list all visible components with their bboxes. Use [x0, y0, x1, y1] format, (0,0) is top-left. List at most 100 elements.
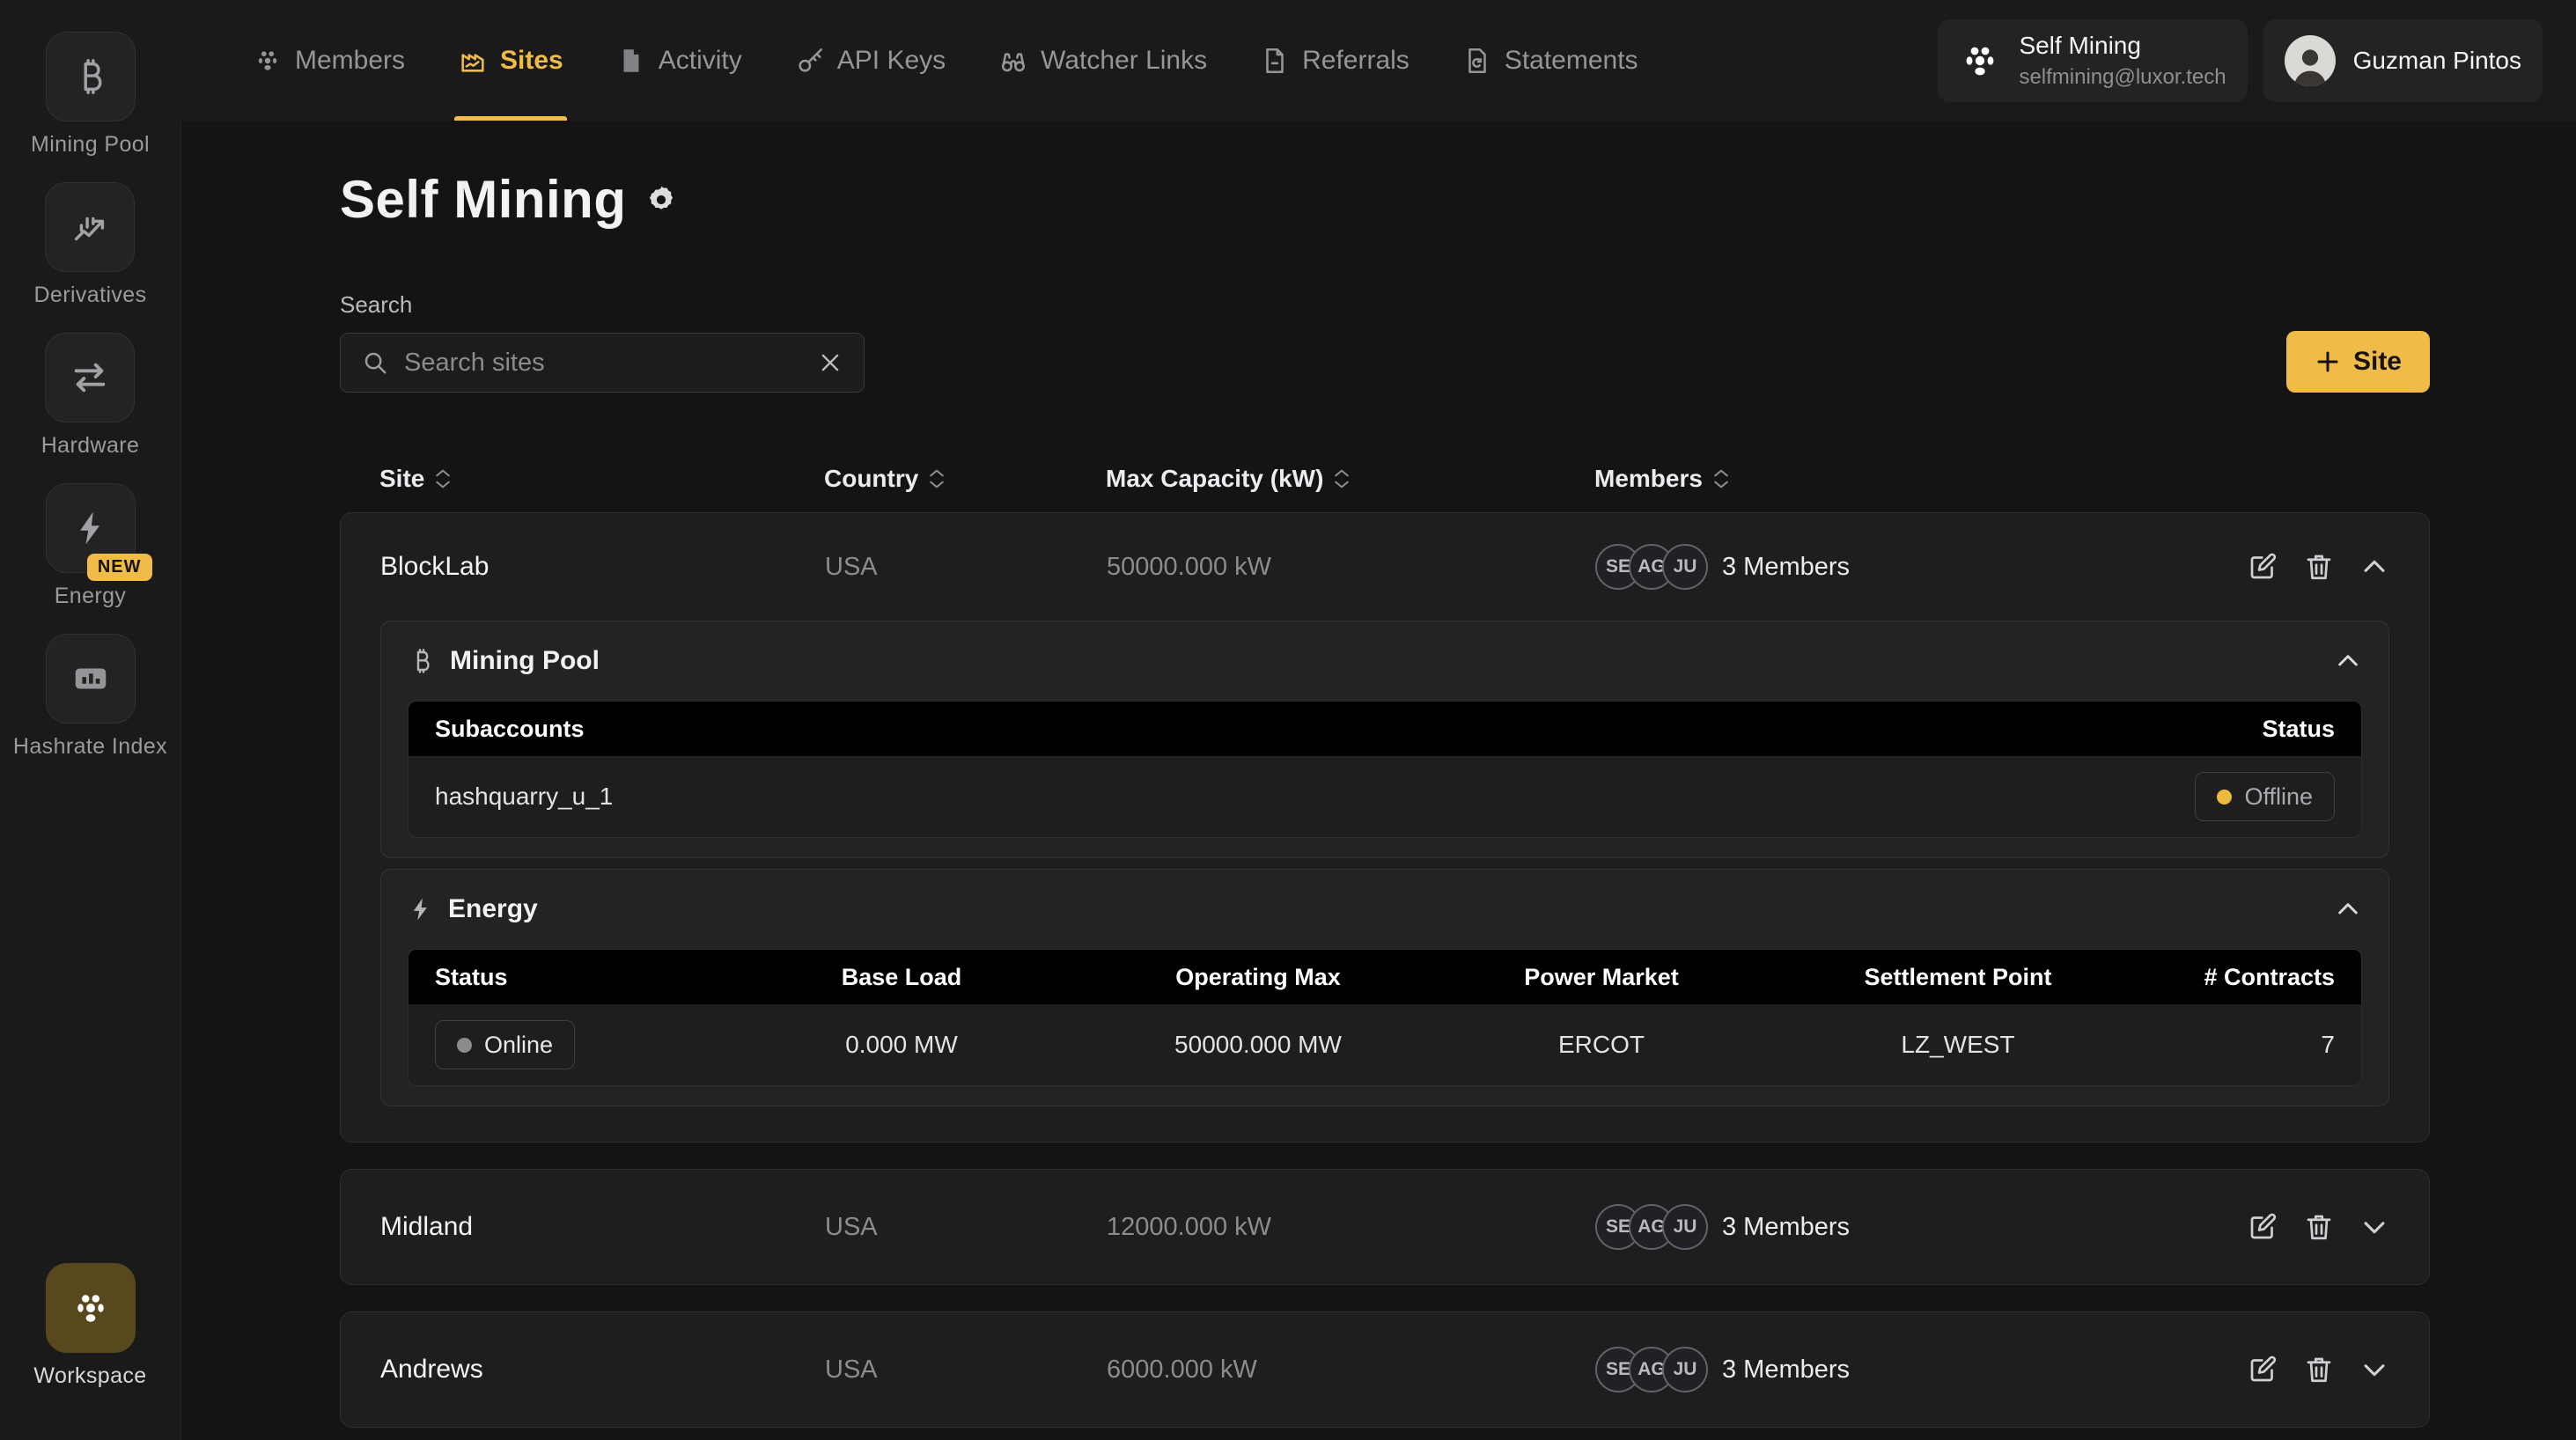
- tab-sites[interactable]: Sites: [431, 0, 590, 121]
- collapse-icon[interactable]: [2359, 551, 2389, 583]
- site-card-andrews: Andrews USA 6000.000 kW SE AG JU 3 Membe…: [340, 1311, 2430, 1428]
- search-input[interactable]: [404, 349, 802, 378]
- sites-icon: [458, 46, 488, 76]
- site-card-blocklab: BlockLab USA 50000.000 kW SE AG JU 3 Mem…: [340, 512, 2430, 1142]
- sidebar-item-hashrate-index[interactable]: Hashrate Index: [13, 634, 167, 760]
- collapse-icon[interactable]: [2334, 895, 2362, 923]
- sidebar-item-label: Workspace: [33, 1363, 146, 1389]
- plus-icon: [2315, 349, 2341, 375]
- edit-icon[interactable]: [2247, 551, 2278, 583]
- sort-icon: [435, 468, 451, 489]
- edit-icon[interactable]: [2247, 1354, 2278, 1385]
- gear-icon[interactable]: [645, 184, 677, 216]
- members-count: 3 Members: [1722, 553, 1850, 582]
- sort-icon: [1334, 468, 1350, 489]
- row-actions: [2187, 1211, 2389, 1243]
- tab-label: API Keys: [837, 46, 946, 76]
- tab-watcher-links[interactable]: Watcher Links: [972, 0, 1233, 121]
- delete-icon[interactable]: [2303, 1354, 2335, 1385]
- member-avatars: SE AG JU: [1595, 544, 1708, 590]
- operating-max-value: 50000.000 MW: [1086, 1031, 1430, 1059]
- tab-referrals[interactable]: Referrals: [1233, 0, 1436, 121]
- bolt-icon: [408, 896, 434, 922]
- avatar: JU: [1662, 1347, 1708, 1392]
- bitcoin-icon: [408, 647, 436, 675]
- chart-arrow-icon: [45, 182, 135, 272]
- column-header-members[interactable]: Members: [1594, 465, 2188, 493]
- tab-activity[interactable]: Activity: [590, 0, 769, 121]
- site-row[interactable]: BlockLab USA 50000.000 kW SE AG JU 3 Mem…: [341, 513, 2429, 621]
- status-dot: [457, 1038, 472, 1053]
- delete-icon[interactable]: [2303, 551, 2335, 583]
- tab-api-keys[interactable]: API Keys: [769, 0, 972, 121]
- members-count: 3 Members: [1722, 1356, 1850, 1385]
- subaccount-row[interactable]: hashquarry_u_1 Offline: [408, 756, 2361, 837]
- referrals-icon: [1260, 46, 1290, 76]
- sidebar-item-workspace[interactable]: Workspace: [33, 1263, 146, 1389]
- energy-section: Energy Status Base Load Operating Max Po…: [380, 869, 2389, 1106]
- expand-icon[interactable]: [2359, 1354, 2389, 1385]
- energy-row[interactable]: Online 0.000 MW 50000.000 MW ERCOT LZ_WE…: [408, 1004, 2361, 1085]
- energy-header[interactable]: Energy: [408, 870, 2362, 949]
- add-site-button[interactable]: Site: [2286, 331, 2430, 393]
- subaccounts-header: Subaccounts: [435, 716, 585, 743]
- luxor-dots-icon: [1959, 40, 2001, 82]
- search-icon: [362, 349, 388, 376]
- bitcoin-icon: [46, 32, 136, 121]
- members-cell: SE AG JU 3 Members: [1595, 544, 2187, 590]
- tab-statements[interactable]: Statements: [1436, 0, 1665, 121]
- site-name: Andrews: [380, 1355, 825, 1385]
- tab-label: Activity: [659, 46, 742, 76]
- user-menu[interactable]: Guzman Pintos: [2263, 19, 2543, 102]
- app-window: Mining Pool Derivatives Hardware NEW Ene…: [0, 0, 2576, 1440]
- collapse-icon[interactable]: [2334, 647, 2362, 675]
- row-actions: [2187, 1354, 2389, 1385]
- energy-col-status: Status: [435, 964, 717, 991]
- section-title: Mining Pool: [450, 646, 600, 676]
- column-header-max-capacity[interactable]: Max Capacity (kW): [1106, 465, 1594, 493]
- energy-col-base-load: Base Load: [717, 964, 1086, 991]
- energy-col-power-market: Power Market: [1430, 964, 1773, 991]
- sidebar-item-label: Derivatives: [33, 283, 146, 308]
- tab-label: Statements: [1505, 46, 1638, 76]
- site-name: Midland: [380, 1212, 825, 1242]
- table-header-row: Site Country Max Capacity (kW) Members: [340, 445, 2430, 512]
- site-country: USA: [825, 1213, 1107, 1242]
- members-count: 3 Members: [1722, 1213, 1850, 1242]
- account-switcher[interactable]: Self Mining selfmining@luxor.tech: [1938, 19, 2247, 102]
- binoculars-icon: [998, 46, 1028, 76]
- sidebar-item-derivatives[interactable]: Derivatives: [33, 182, 146, 308]
- site-row[interactable]: Andrews USA 6000.000 kW SE AG JU 3 Membe…: [341, 1312, 2429, 1427]
- sort-icon: [929, 468, 945, 489]
- delete-icon[interactable]: [2303, 1211, 2335, 1243]
- tab-members[interactable]: Members: [226, 0, 431, 121]
- member-avatars: SE AG JU: [1595, 1347, 1708, 1392]
- energy-col-operating-max: Operating Max: [1086, 964, 1430, 991]
- site-row[interactable]: Midland USA 12000.000 kW SE AG JU 3 Memb…: [341, 1170, 2429, 1284]
- account-email: selfmining@luxor.tech: [2019, 65, 2226, 90]
- site-card-midland: Midland USA 12000.000 kW SE AG JU 3 Memb…: [340, 1169, 2430, 1285]
- add-site-label: Site: [2353, 347, 2402, 377]
- section-title: Energy: [448, 894, 538, 924]
- site-capacity: 50000.000 kW: [1107, 553, 1595, 582]
- tab-label: Sites: [500, 46, 563, 76]
- sidebar-item-hardware[interactable]: Hardware: [41, 333, 140, 459]
- energy-col-settlement-point: Settlement Point: [1773, 964, 2143, 991]
- column-header-country[interactable]: Country: [824, 465, 1106, 493]
- expand-icon[interactable]: [2359, 1211, 2389, 1243]
- avatar: JU: [1662, 1204, 1708, 1250]
- tab-label: Members: [295, 46, 405, 76]
- search-box: [340, 333, 865, 393]
- mining-pool-header[interactable]: Mining Pool: [408, 621, 2362, 701]
- clear-search-icon[interactable]: [818, 350, 843, 375]
- sidebar-item-label: Energy: [55, 584, 127, 609]
- bolt-icon: NEW: [46, 483, 136, 573]
- members-cell: SE AG JU 3 Members: [1595, 1204, 2187, 1250]
- edit-icon[interactable]: [2247, 1211, 2278, 1243]
- sidebar-item-energy[interactable]: NEW Energy: [46, 483, 136, 609]
- sidebar: Mining Pool Derivatives Hardware NEW Ene…: [0, 0, 180, 1440]
- sidebar-item-mining-pool[interactable]: Mining Pool: [31, 32, 150, 158]
- sidebar-item-label: Hardware: [41, 433, 140, 459]
- site-capacity: 6000.000 kW: [1107, 1356, 1595, 1385]
- column-header-site[interactable]: Site: [379, 465, 824, 493]
